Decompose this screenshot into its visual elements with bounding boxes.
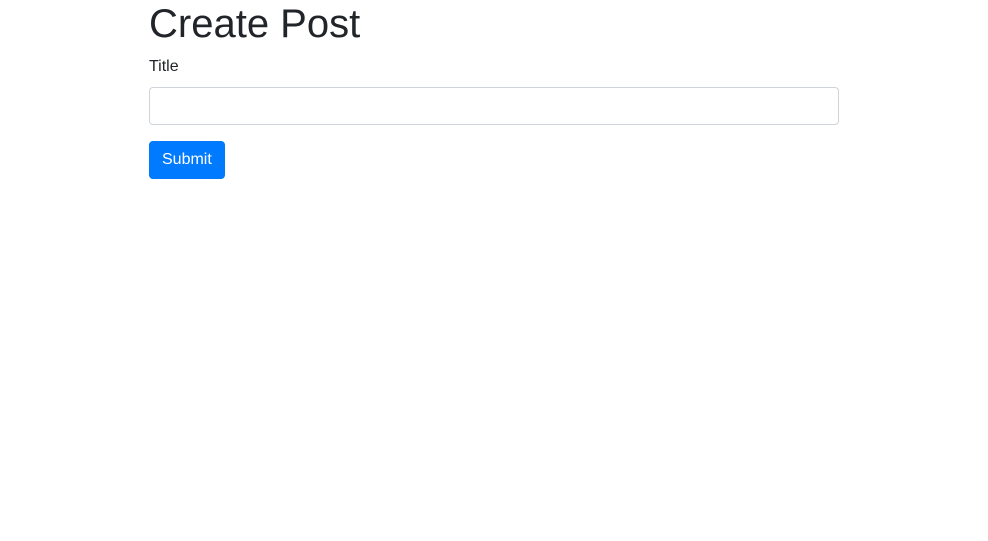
page-title: Create Post: [149, 2, 361, 46]
submit-button[interactable]: Submit: [149, 141, 225, 179]
title-input[interactable]: [149, 87, 839, 125]
title-form-group: Title: [149, 57, 839, 125]
create-post-container: Create Post Title Submit: [149, 0, 839, 179]
title-label: Title: [149, 58, 179, 75]
